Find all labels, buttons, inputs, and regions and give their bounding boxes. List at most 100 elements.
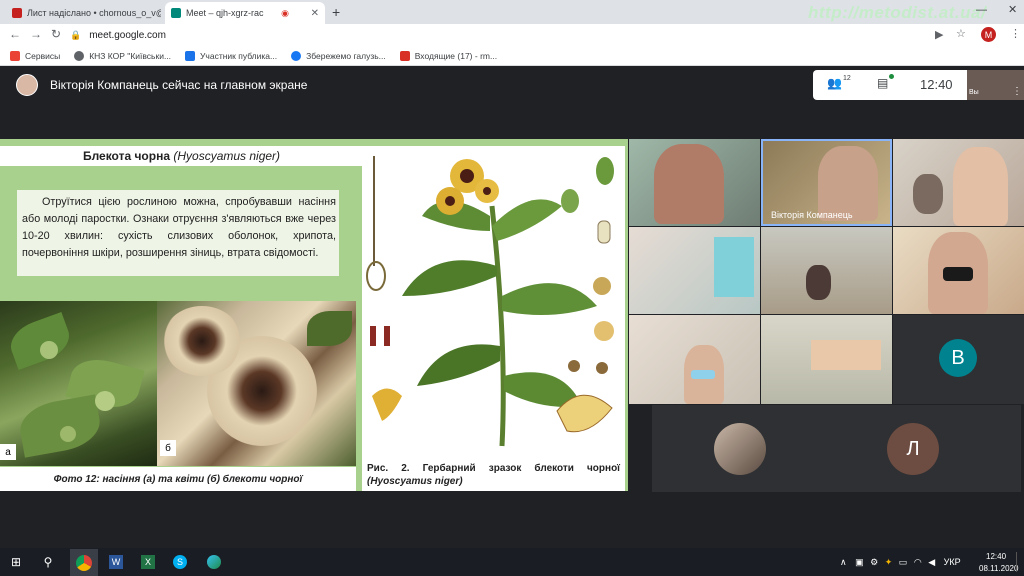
herbarium-caption: Рис. 2. Гербарний зразок блекоти чорної … — [367, 462, 620, 488]
participant-figure — [654, 144, 724, 224]
participant-tile[interactable] — [893, 227, 1024, 314]
facebook-icon — [291, 50, 302, 61]
tray-chevron-icon[interactable]: ∧ — [840, 557, 847, 567]
wifi-icon[interactable]: ◠ — [914, 557, 922, 567]
participant-avatar: В — [939, 339, 977, 377]
bookmark-label: Участник публика... — [200, 50, 278, 61]
seed-pod — [40, 341, 58, 359]
forward-icon[interactable]: → — [30, 27, 42, 41]
tray-icon[interactable]: ▣ — [855, 557, 864, 567]
edge-icon[interactable] — [204, 552, 224, 572]
participant-tile[interactable]: В — [893, 315, 1024, 404]
herb-caption-text: Рис. 2. Гербарний зразок блекоти чорної — [367, 463, 620, 474]
flower-shape — [162, 306, 242, 376]
mask-shape — [943, 267, 973, 281]
reload-icon[interactable]: ↻ — [51, 27, 61, 41]
tab-title: Meet – qjh-xgrz-rac — [186, 8, 264, 18]
slide-title-latin: (Hyoscyamus niger) — [173, 149, 281, 163]
herb-caption-latin: (Hyoscyamus niger) — [367, 476, 463, 487]
bookmark-label: КНЗ КОР "Київськи... — [89, 50, 172, 61]
close-icon[interactable]: ✕ — [307, 8, 319, 19]
apps-icon — [10, 50, 20, 61]
window-close-icon[interactable]: ✕ — [1008, 3, 1017, 16]
camera-icon[interactable]: ▶ — [935, 28, 943, 41]
taskbar-clock-time[interactable]: 12:40 — [986, 552, 1006, 561]
participant-figure — [913, 174, 943, 214]
chrome-taskbar-icon[interactable] — [70, 549, 98, 576]
leaf-shape — [16, 394, 104, 458]
herbarium-drawing — [366, 156, 614, 447]
tray-icon[interactable]: ⚙ — [870, 557, 878, 567]
watermark: http://metodist.at.ua/ — [808, 3, 987, 22]
bookmark-item[interactable]: Входящие (17) - rm... — [399, 50, 498, 61]
bookmark-label: Збережемо галузь... — [306, 50, 386, 61]
bookmark-item[interactable]: Сервисы — [10, 50, 61, 61]
photo-flowers — [157, 301, 356, 466]
browser-tab-meet[interactable]: Meet – qjh-xgrz-rac ◉ ✕ — [165, 2, 325, 24]
window-shape — [714, 237, 754, 297]
participant-name: Вікторія Компанець — [771, 210, 853, 220]
participant-tile[interactable] — [629, 227, 760, 314]
browser-tab-gmail[interactable]: Лист надіслано • chornous_o_v@ ✕ — [6, 2, 161, 24]
excel-icon[interactable]: X — [138, 552, 158, 572]
presenter-avatar — [16, 74, 38, 96]
photo-a-label: а — [0, 444, 16, 460]
meeting-time: 12:40 — [920, 77, 953, 92]
self-label: Вы — [969, 89, 979, 96]
slide-body-text: Отруїтися цією рослиною можна, спробував… — [22, 196, 336, 259]
windows-start-icon[interactable]: ⊞ — [6, 552, 26, 572]
back-icon[interactable]: ← — [9, 27, 21, 41]
bookmark-item[interactable]: Збережемо галузь... — [291, 50, 386, 61]
bookmark-label: Сервисы — [25, 50, 61, 61]
meet-icon — [171, 8, 181, 18]
participant-avatar[interactable]: Л — [887, 423, 939, 475]
minimize-icon[interactable]: — — [976, 4, 987, 16]
bookmark-item[interactable]: КНЗ КОР "Київськи... — [74, 50, 172, 61]
new-tab-button[interactable]: + — [332, 4, 340, 20]
leaf-shape — [307, 311, 352, 346]
participant-tile[interactable] — [761, 315, 892, 404]
leaf-shape — [4, 311, 76, 371]
participant-tile[interactable] — [761, 227, 892, 314]
url-text: meet.google.com — [89, 29, 166, 41]
participant-photo-avatar[interactable] — [714, 423, 766, 475]
seed-pod — [95, 391, 115, 411]
presenter-status: Вікторія Компанець сейчас на главном экр… — [50, 78, 308, 92]
menu-icon[interactable]: ⋮ — [1010, 27, 1021, 40]
photo-caption: Фото 12: насіння (а) та квіти (б) блекот… — [53, 474, 303, 485]
participant-tile[interactable] — [629, 315, 760, 404]
bookmark-star-icon[interactable]: ☆ — [956, 27, 966, 40]
bookmarks-bar: Сервисы КНЗ КОР "Київськи... Участник пу… — [0, 46, 1024, 66]
bookmark-label: Входящие (17) - rm... — [414, 50, 498, 61]
participant-tile-active[interactable]: Вікторія Компанець — [761, 139, 892, 226]
people-icon[interactable]: 👥 — [827, 76, 842, 90]
language-indicator[interactable]: УКР — [944, 557, 961, 567]
slide-title: Блекота чорна (Hyoscyamus niger) — [0, 149, 363, 163]
volume-icon[interactable]: ◀ — [928, 557, 935, 567]
mask-shape — [691, 370, 715, 379]
slide-title-main: Блекота чорна — [82, 149, 171, 163]
taskbar-clock-date[interactable]: 08.11.2020 — [979, 564, 1018, 573]
address-bar[interactable]: 🔒 meet.google.com — [70, 27, 930, 43]
word-icon[interactable]: W — [106, 552, 126, 572]
participant-tile[interactable] — [893, 139, 1024, 226]
search-icon[interactable]: ⚲ — [38, 552, 58, 572]
profile-avatar[interactable]: M — [981, 27, 996, 42]
photo-b-label: б — [160, 440, 176, 456]
seed-pod — [60, 426, 76, 442]
photo-seeds — [0, 301, 160, 466]
more-options-icon[interactable]: ⋮ — [1012, 86, 1022, 97]
mail-icon — [399, 50, 410, 61]
chat-icon[interactable]: ▤ — [877, 76, 888, 90]
network-icon[interactable]: ▭ — [899, 557, 908, 567]
tab-title: Лист надіслано • chornous_o_v@ — [27, 8, 161, 18]
gmail-icon — [12, 8, 22, 18]
skype-icon[interactable]: S — [170, 552, 190, 572]
show-desktop-button[interactable] — [1016, 552, 1024, 572]
system-tray: ∧ ▣ ⚙ ✦ ▭ ◠ ◀ УКР — [840, 557, 961, 568]
herbarium-illustration — [362, 146, 625, 491]
tray-icon[interactable]: ✦ — [885, 557, 893, 567]
participant-tile[interactable] — [629, 139, 760, 226]
bookmark-item[interactable]: Участник публика... — [185, 50, 278, 61]
participant-row — [652, 405, 1021, 492]
